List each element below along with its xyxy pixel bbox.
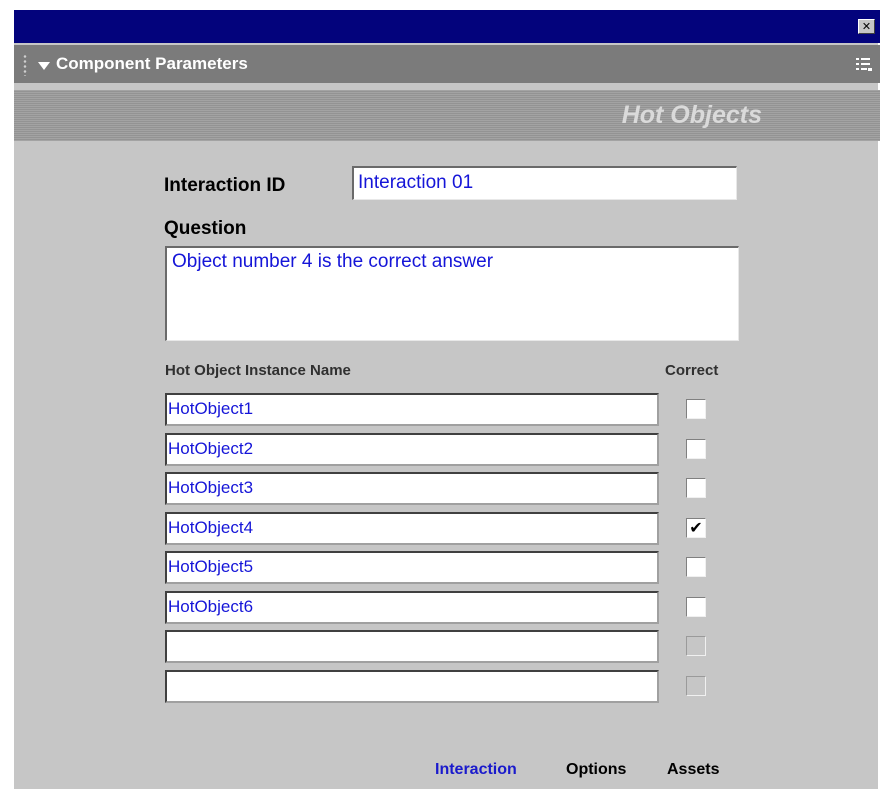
- correct-checkbox[interactable]: [686, 675, 706, 696]
- panel-title: Component Parameters: [56, 54, 248, 73]
- hot-object-name-input[interactable]: HotObject3: [165, 472, 659, 505]
- grip-icon[interactable]: [22, 54, 28, 76]
- component-parameters-window: ✕ Component Parameters Hot Objects Inter…: [12, 10, 880, 789]
- question-label: Question: [164, 218, 247, 239]
- tab-interaction[interactable]: Interaction: [435, 760, 517, 780]
- hot-object-name-input[interactable]: HotObject4: [165, 511, 659, 545]
- correct-checkbox[interactable]: ✔: [686, 517, 706, 538]
- correct-checkbox[interactable]: [686, 557, 706, 577]
- correct-checkbox[interactable]: [686, 399, 706, 419]
- interaction-id-input[interactable]: Interaction 01: [352, 166, 737, 200]
- correct-column-header: Correct: [665, 362, 719, 379]
- question-textarea[interactable]: Object number 4 is the correct answer: [165, 246, 739, 341]
- interaction-id-label: Interaction ID: [164, 175, 286, 196]
- tab-assets[interactable]: Assets: [667, 760, 719, 780]
- hot-object-name-input[interactable]: [165, 630, 659, 663]
- checkmark-icon: ✔: [689, 517, 703, 537]
- instance-name-column-header: Hot Object Instance Name: [165, 362, 351, 379]
- correct-checkbox[interactable]: [686, 636, 706, 656]
- hot-object-name-input[interactable]: HotObject5: [165, 551, 659, 584]
- panel-menu-icon[interactable]: [856, 58, 872, 72]
- close-icon: ✕: [861, 20, 872, 33]
- hot-object-name-input[interactable]: [165, 669, 659, 703]
- correct-checkbox[interactable]: [686, 478, 706, 498]
- close-button[interactable]: ✕: [858, 19, 875, 34]
- correct-checkbox[interactable]: [686, 438, 706, 459]
- hot-object-name-input[interactable]: HotObject6: [165, 590, 659, 624]
- window-titlebar[interactable]: ✕: [14, 10, 880, 43]
- hot-object-name-input[interactable]: HotObject1: [165, 393, 659, 426]
- tab-options[interactable]: Options: [566, 760, 626, 780]
- triangle-down-icon[interactable]: [38, 62, 50, 70]
- component-title: Hot Objects: [621, 101, 762, 129]
- panel-header[interactable]: Component Parameters: [14, 45, 880, 83]
- hot-object-name-input[interactable]: HotObject2: [165, 432, 659, 466]
- correct-checkbox[interactable]: [686, 596, 706, 617]
- component-header-band: Hot Objects: [14, 90, 880, 141]
